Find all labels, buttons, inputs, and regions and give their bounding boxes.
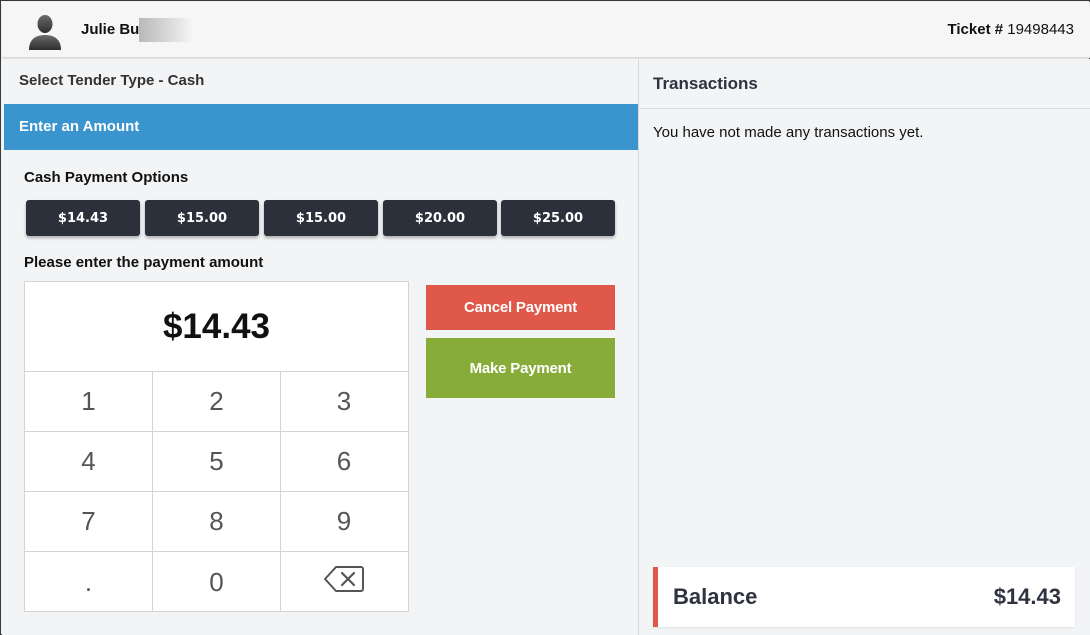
keypad-key-7[interactable]: 7 — [25, 492, 153, 552]
user-avatar-icon — [26, 12, 64, 50]
keypad-key-3[interactable]: 3 — [280, 372, 408, 432]
transactions-header: Transactions — [639, 59, 1090, 109]
balance-label: Balance — [673, 584, 758, 609]
keypad-key-1[interactable]: 1 — [25, 372, 153, 432]
keypad-key-5[interactable]: 5 — [153, 432, 281, 492]
cash-option-button[interactable]: $14.43 — [26, 200, 140, 236]
numeric-keypad: $14.43 1 2 3 4 5 6 7 8 9 . 0 — [24, 281, 409, 612]
transactions-empty-message: You have not made any transactions yet. — [653, 124, 924, 141]
make-payment-button[interactable]: Make Payment — [426, 338, 615, 398]
cash-option-button[interactable]: $20.00 — [383, 200, 497, 236]
cash-options-title: Cash Payment Options — [24, 169, 189, 186]
balance-value: $14.43 — [993, 584, 1061, 609]
payment-panel: Select Tender Type - Cash Enter an Amoun… — [2, 59, 638, 635]
balance-card: Balance $14.43 — [653, 567, 1075, 627]
enter-amount-bar: Enter an Amount — [4, 104, 638, 150]
backspace-icon — [324, 565, 364, 600]
keypad-key-2[interactable]: 2 — [153, 372, 281, 432]
keypad-key-9[interactable]: 9 — [280, 492, 408, 552]
keypad-key-8[interactable]: 8 — [153, 492, 281, 552]
keypad-key-6[interactable]: 6 — [280, 432, 408, 492]
cash-option-button[interactable]: $15.00 — [145, 200, 259, 236]
keypad-key-4[interactable]: 4 — [25, 432, 153, 492]
enter-amount-label: Enter an Amount — [19, 118, 140, 135]
cancel-payment-button[interactable]: Cancel Payment — [426, 285, 615, 330]
tender-type-title: Select Tender Type - Cash — [19, 72, 205, 89]
top-bar: Julie Bu Ticket # 19498443 — [2, 2, 1090, 58]
amount-display: $14.43 — [25, 282, 408, 372]
ticket-info: Ticket # 19498443 — [947, 21, 1074, 38]
keypad-key-decimal[interactable]: . — [25, 552, 153, 612]
name-redaction — [139, 18, 193, 42]
cash-option-button[interactable]: $15.00 — [264, 200, 378, 236]
ticket-number: 19498443 — [1007, 21, 1074, 38]
cash-option-button[interactable]: $25.00 — [501, 200, 615, 236]
pos-window: Julie Bu Ticket # 19498443 Select Tender… — [0, 0, 1090, 635]
transactions-title: Transactions — [653, 74, 758, 93]
keypad-key-0[interactable]: 0 — [153, 552, 281, 612]
transactions-panel: Transactions You have not made any trans… — [638, 59, 1090, 635]
ticket-label: Ticket # — [947, 21, 1004, 38]
keypad-backspace[interactable] — [280, 552, 408, 612]
user-name: Julie Bu — [81, 21, 140, 38]
payment-amount-title: Please enter the payment amount — [24, 254, 264, 271]
